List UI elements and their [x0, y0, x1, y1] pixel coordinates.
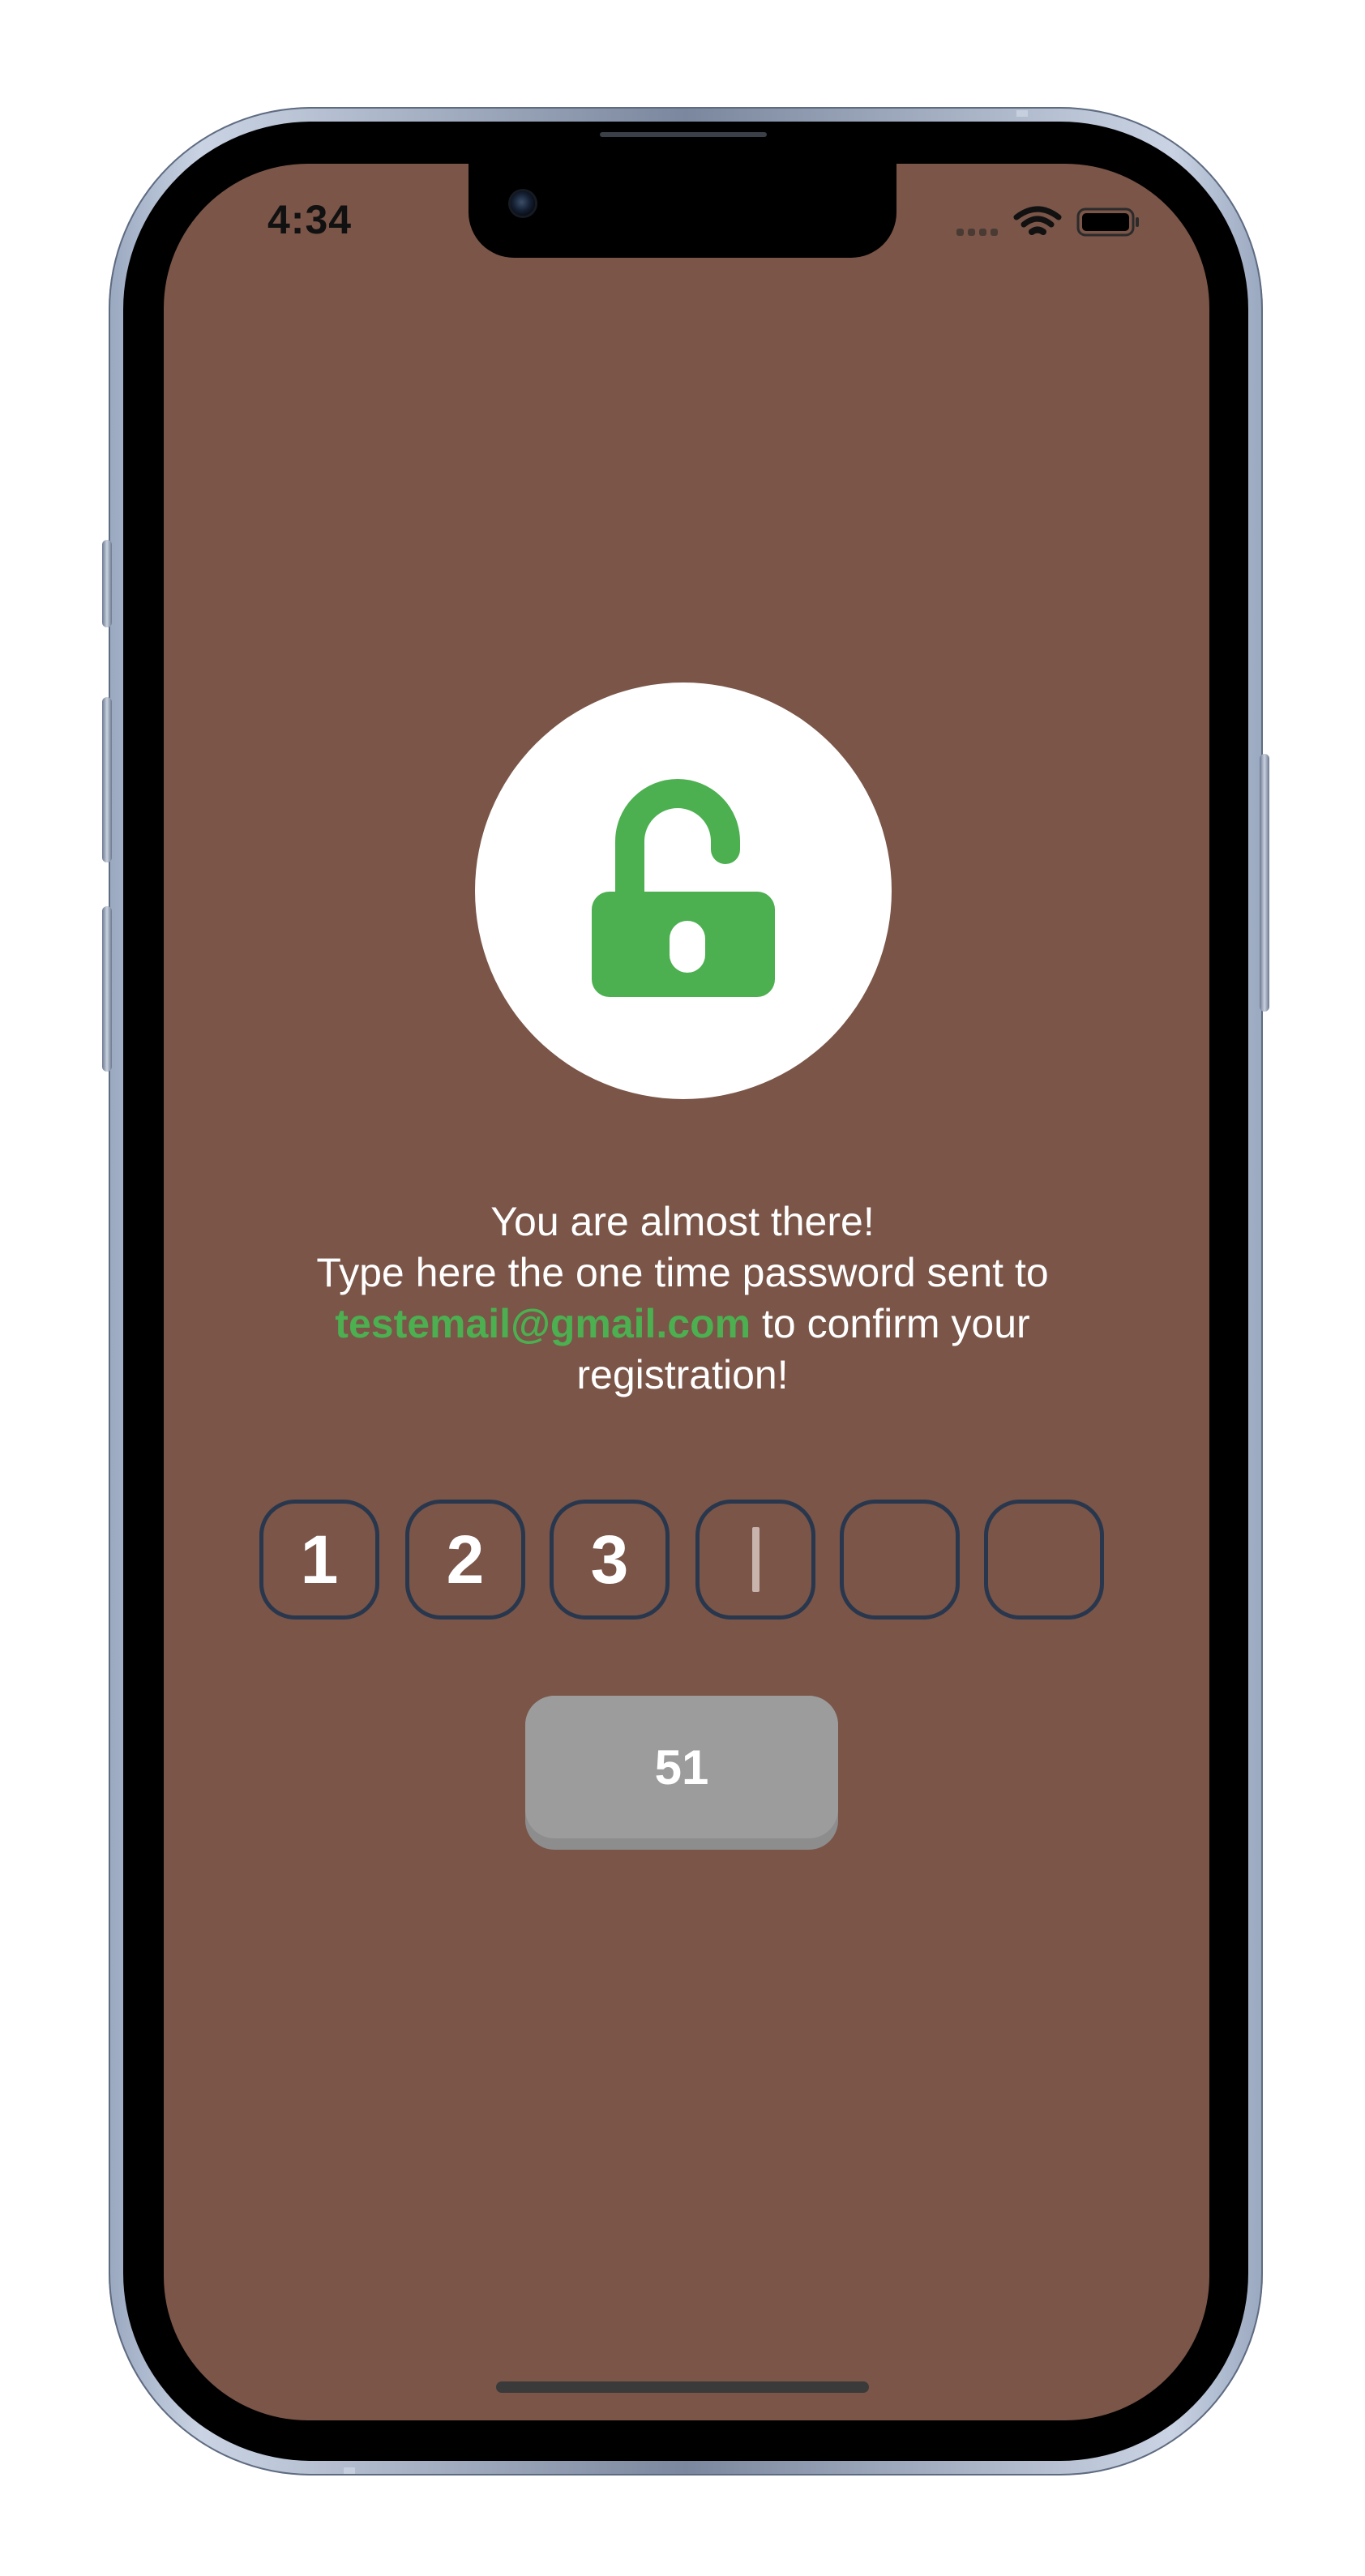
otp-digit-4[interactable] [695, 1500, 815, 1620]
silent-switch [102, 540, 112, 627]
earpiece-speaker [600, 132, 767, 137]
front-camera-icon [511, 191, 535, 216]
timer-button-face: 51 [525, 1696, 838, 1838]
home-indicator[interactable] [496, 2381, 869, 2393]
wifi-icon [1013, 206, 1062, 235]
otp-digit-6[interactable] [984, 1500, 1104, 1620]
email-address: testemail@gmail.com [335, 1301, 751, 1346]
otp-digit-3-value: 3 [590, 1521, 629, 1598]
instructions-line-3-rest: to confirm your [751, 1301, 1030, 1346]
unlocked-padlock-icon [592, 779, 775, 997]
battery-icon [1076, 208, 1139, 237]
page: 4:34 You are almost there! Type here the… [0, 0, 1365, 2576]
otp-digit-1[interactable]: 1 [259, 1500, 379, 1620]
instructions-line-4: registration! [576, 1352, 789, 1397]
volume-down-button [102, 906, 112, 1072]
cellular-signal-icon [956, 229, 998, 236]
otp-digit-2-value: 2 [446, 1521, 485, 1598]
otp-digit-3[interactable]: 3 [550, 1500, 670, 1620]
volume-up-button [102, 697, 112, 862]
otp-instructions: You are almost there! Type here the one … [211, 1196, 1154, 1401]
text-cursor [751, 1527, 760, 1592]
instructions-line-3: testemail@gmail.com to confirm your [211, 1299, 1154, 1350]
status-bar-time: 4:34 [267, 197, 353, 242]
power-button [1260, 754, 1269, 1012]
status-bar-icons [956, 206, 1139, 237]
otp-digit-5[interactable] [840, 1500, 960, 1620]
antenna-band-bottom-left [344, 2467, 355, 2474]
resend-timer-button[interactable]: 51 [525, 1696, 838, 1850]
instructions-line-2: Type here the one time password sent to [316, 1250, 1049, 1295]
instructions-line-1: You are almost there! [490, 1199, 875, 1244]
antenna-band-top-right [1016, 110, 1028, 117]
otp-digit-2[interactable]: 2 [405, 1500, 525, 1620]
otp-digit-1-value: 1 [300, 1521, 339, 1598]
timer-button-label: 51 [654, 1739, 709, 1795]
otp-input-row: 1 2 3 [259, 1500, 1107, 1624]
